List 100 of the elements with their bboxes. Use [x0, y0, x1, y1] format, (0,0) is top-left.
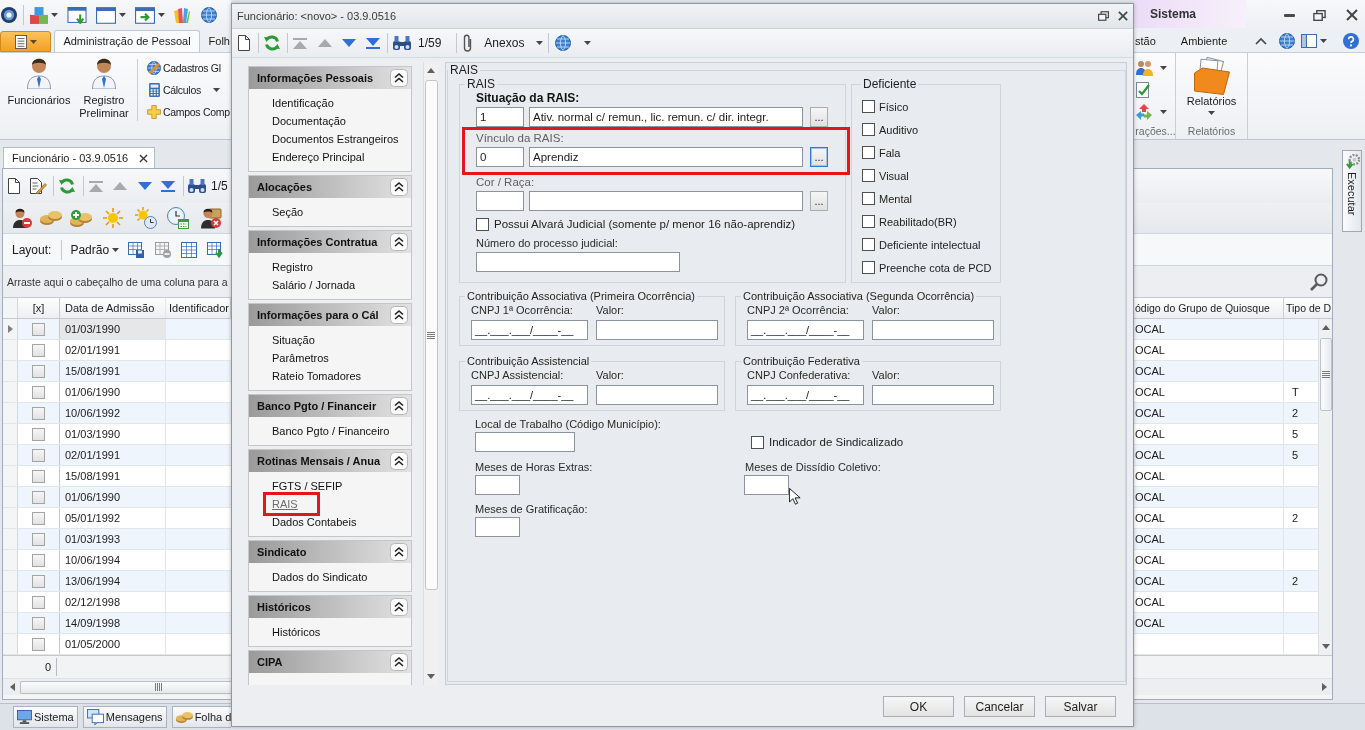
column-header[interactable]: [x] — [18, 298, 60, 318]
group-header[interactable]: CIPA — [249, 651, 411, 673]
coins-plus-icon[interactable] — [70, 209, 92, 227]
column-header[interactable]: Tipo de D — [1284, 298, 1332, 318]
group-header[interactable]: Informações Contratua — [249, 231, 411, 253]
nav-link[interactable]: Identificação — [272, 97, 334, 109]
group-header[interactable]: Banco Pgto / Financeir — [249, 395, 411, 417]
caret-icon[interactable] — [51, 13, 58, 17]
nav-link[interactable]: Dados Contabeis — [272, 516, 357, 528]
checkbox[interactable] — [862, 238, 875, 251]
double-chevron-up-icon[interactable] — [390, 233, 408, 251]
close-icon[interactable] — [1346, 9, 1358, 21]
ribbon-button[interactable]: Relatórios — [1186, 53, 1237, 115]
right-arrow-icon[interactable] — [1322, 683, 1327, 691]
refresh-icon[interactable] — [59, 178, 75, 194]
caret-icon[interactable] — [1160, 66, 1167, 70]
globe-icon[interactable] — [201, 7, 217, 23]
checkbox[interactable] — [32, 406, 45, 420]
ribbon-button[interactable]: Registro Preliminar — [78, 53, 130, 120]
triangle-down-icon[interactable] — [342, 39, 356, 47]
code-field[interactable]: 0 — [476, 147, 524, 167]
cubes-icon[interactable] — [30, 6, 48, 24]
checkbox[interactable] — [862, 100, 875, 113]
cnpj-field[interactable]: __.___.___/____-__ — [471, 385, 588, 405]
row-indicator[interactable] — [3, 319, 18, 339]
checkbox[interactable] — [862, 146, 875, 159]
triangle-down-bar-icon[interactable] — [366, 37, 380, 49]
input-field[interactable] — [476, 252, 680, 272]
globe-icon[interactable] — [555, 35, 572, 51]
group-header[interactable]: Rotinas Mensais / Anua — [249, 450, 411, 472]
scrollbar-thumb[interactable] — [424, 80, 438, 590]
nav-link[interactable]: Salário / Jornada — [272, 279, 356, 291]
triangle-down-bar-icon[interactable] — [161, 180, 175, 192]
ribbon-button[interactable]: Cadastros Gl — [141, 57, 221, 79]
arrows-icon[interactable] — [1136, 104, 1152, 120]
dialog-button[interactable]: Cancelar — [964, 696, 1035, 717]
double-chevron-up-icon[interactable] — [390, 452, 408, 470]
globe-icon[interactable] — [1279, 33, 1296, 49]
caret-icon[interactable] — [1160, 110, 1167, 114]
checkbox[interactable] — [862, 192, 875, 205]
layout-dropdown[interactable]: Padrão — [70, 242, 120, 257]
lookup-button[interactable]: ... — [810, 191, 828, 211]
checkbox[interactable] — [32, 595, 45, 609]
nav-link[interactable]: Parâmetros — [272, 352, 329, 364]
description-field[interactable]: Ativ. normal c/ remun., lic. remun. c/ dir. integr. — [529, 107, 803, 127]
group-header[interactable]: Sindicato — [249, 541, 411, 563]
cnpj-field[interactable]: __.___.___/____-__ — [747, 385, 864, 405]
people-icon[interactable] — [1136, 60, 1153, 76]
chevron-up-icon[interactable] — [1255, 37, 1268, 45]
edit-document-icon[interactable] — [30, 178, 47, 194]
horizontal-scrollbar[interactable] — [1134, 678, 1332, 695]
nav-link[interactable]: Históricos — [272, 626, 321, 638]
caret-icon[interactable] — [119, 13, 126, 17]
code-field[interactable] — [476, 191, 524, 211]
close-icon[interactable] — [1118, 11, 1128, 21]
ribbon-tab[interactable]: Administração de Pessoal — [54, 30, 200, 52]
checkbox[interactable] — [32, 469, 45, 483]
sun-clock-icon[interactable] — [135, 207, 157, 229]
nav-link[interactable]: FGTS / SEFIP — [272, 480, 343, 492]
checkbox[interactable] — [32, 553, 45, 567]
checkbox[interactable] — [862, 169, 875, 182]
checkbox[interactable] — [32, 343, 45, 357]
double-chevron-up-icon[interactable] — [390, 69, 408, 87]
checkbox[interactable] — [862, 123, 875, 136]
dialog-button[interactable]: Salvar — [1045, 696, 1116, 717]
ribbon-tab[interactable]: Folh — [199, 30, 231, 52]
checkbox[interactable] — [32, 616, 45, 630]
ribbon-button[interactable]: Campos Comp — [141, 101, 230, 123]
up-arrow-icon[interactable] — [1321, 325, 1330, 330]
grid-arrow-icon[interactable] — [207, 241, 224, 258]
description-field[interactable]: Aprendiz — [529, 147, 803, 167]
nav-link[interactable]: Dados do Sindicato — [272, 571, 368, 583]
binoculars-icon[interactable] — [188, 179, 206, 193]
description-field[interactable] — [529, 191, 803, 211]
restore-icon[interactable] — [1098, 11, 1109, 21]
group-header[interactable]: Informações para o Cál — [249, 304, 411, 326]
minimize-icon[interactable] — [1284, 13, 1295, 17]
lookup-button[interactable]: ... — [810, 107, 828, 127]
caret-icon[interactable] — [584, 41, 592, 45]
nav-link[interactable]: Seção — [272, 206, 304, 218]
window-icon[interactable] — [96, 6, 116, 24]
code-field[interactable]: 1 — [476, 107, 524, 127]
lookup-button[interactable]: ... — [810, 147, 828, 167]
coins-icon[interactable] — [40, 211, 62, 225]
taskbar-button[interactable]: Mensagens — [82, 706, 167, 728]
checkbox[interactable] — [32, 448, 45, 462]
input-field[interactable] — [872, 320, 994, 340]
left-arrow-icon[interactable] — [10, 683, 15, 691]
scrollbar-thumb[interactable] — [20, 680, 231, 694]
refresh-icon[interactable] — [264, 35, 280, 51]
binoculars-icon[interactable] — [393, 36, 411, 50]
nav-link[interactable]: Situação — [272, 334, 315, 346]
input-field[interactable] — [596, 385, 718, 405]
taskbar-button[interactable]: Folha d — [171, 706, 231, 728]
checkbox[interactable] — [862, 261, 875, 274]
new-document-icon[interactable] — [238, 35, 250, 51]
checkbox[interactable] — [32, 574, 45, 588]
group-header[interactable]: Históricos — [249, 596, 411, 618]
person-x-icon[interactable] — [200, 207, 222, 229]
nav-link[interactable]: Documentação — [272, 115, 346, 127]
